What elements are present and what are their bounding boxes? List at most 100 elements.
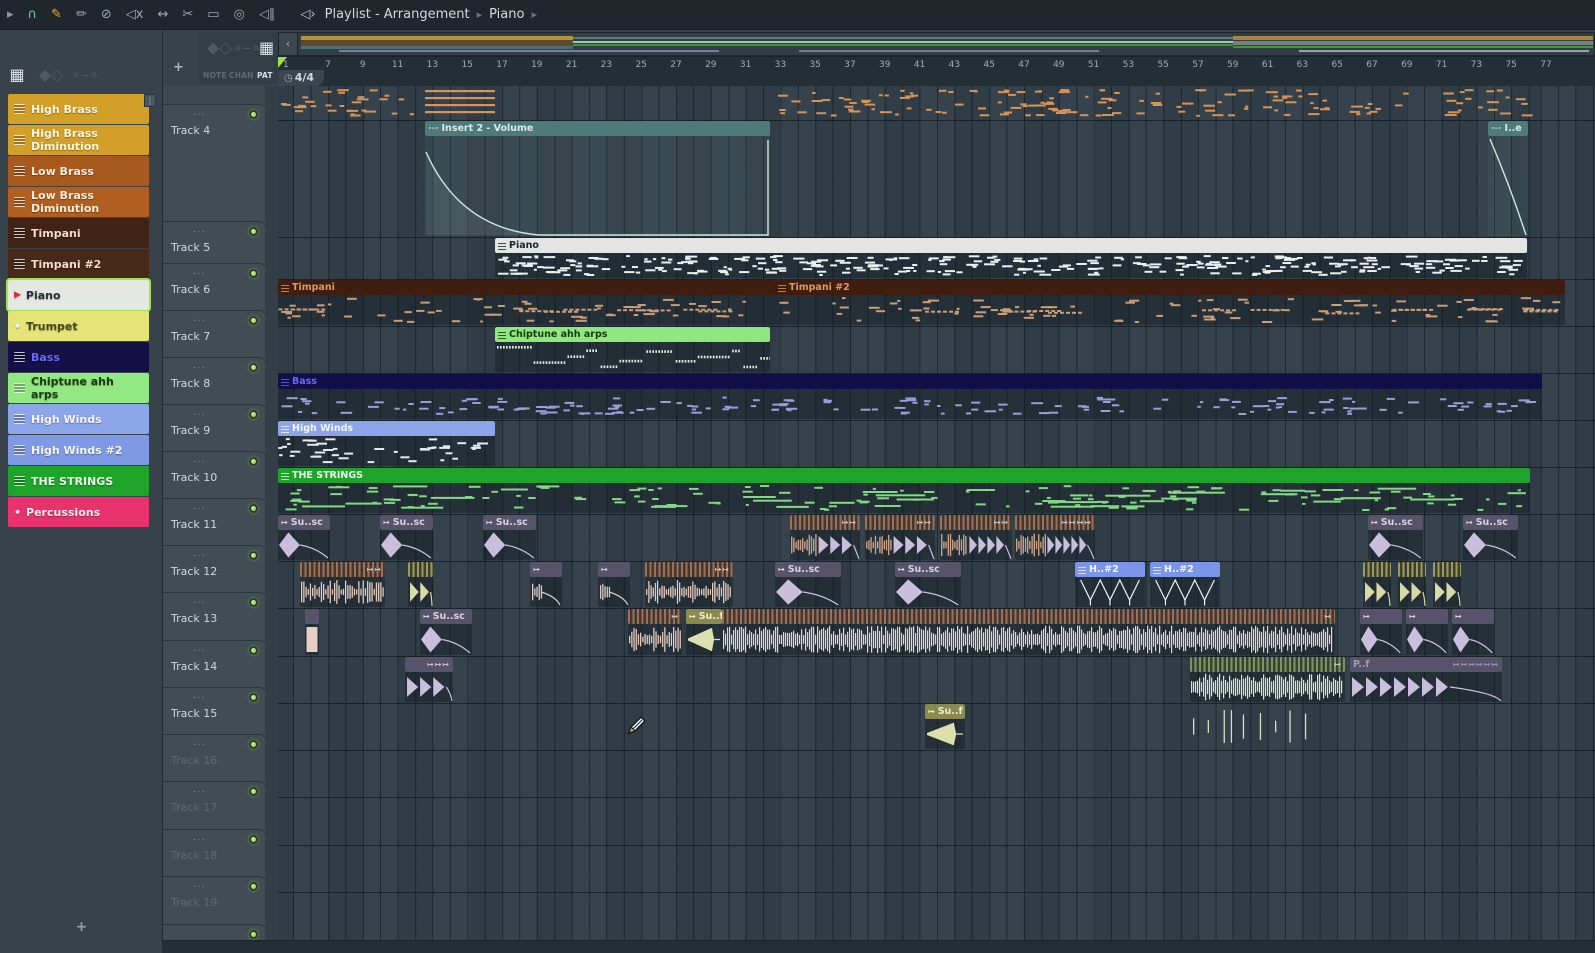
track-header[interactable]: ... Track 15	[163, 687, 265, 734]
track-header[interactable]: ... Track 11	[163, 498, 265, 545]
clip[interactable]: High Winds	[278, 421, 495, 466]
track-header[interactable]: ... Track 18	[163, 829, 265, 876]
track-mute-led[interactable]	[249, 110, 258, 119]
clip[interactable]: ↦ Su..sc	[380, 515, 433, 560]
clip[interactable]: ↦	[530, 562, 562, 607]
clip[interactable]: ↦↦	[645, 562, 733, 607]
track-options-dots[interactable]: ...	[193, 224, 206, 235]
clip-header[interactable]: ↦↦	[865, 515, 935, 530]
pattern-item[interactable]: ▶ Piano	[8, 280, 149, 310]
paint-tool-icon[interactable]: ✏	[76, 0, 87, 30]
slice-tool-icon[interactable]: ✂	[182, 0, 193, 30]
clip-header[interactable]: ↦	[722, 609, 1335, 624]
pattern-item[interactable]: • Trumpet	[8, 311, 149, 341]
clip[interactable]	[305, 609, 319, 655]
clip-header[interactable]	[305, 609, 319, 624]
clip[interactable]: ↦ Su..sc	[1368, 515, 1423, 560]
clip-header[interactable]: ↦↦	[300, 562, 385, 577]
clip-header[interactable]: H..#2	[1075, 562, 1145, 577]
arrangement-overview[interactable]	[299, 33, 1594, 55]
track-header[interactable]: ... Track 4	[163, 104, 265, 221]
clip[interactable]	[775, 87, 1537, 119]
clip[interactable]: ↦↦	[865, 515, 935, 560]
clip-header[interactable]: ↦ Su..f	[925, 704, 965, 719]
clip-header[interactable]: ↦ Su..sc	[380, 515, 433, 530]
clip-header[interactable]: ↦	[628, 609, 682, 624]
clip-header[interactable]	[1433, 562, 1461, 577]
track-options-dots[interactable]: ...	[193, 266, 206, 277]
clip-header[interactable]: ↦ Su..sc	[775, 562, 841, 577]
track-mute-led[interactable]	[249, 598, 258, 607]
track-mute-led[interactable]	[249, 410, 258, 419]
play-arrow-icon[interactable]: ▸	[7, 0, 14, 30]
track-options-dots[interactable]: ...	[193, 643, 206, 654]
clip[interactable]	[1363, 562, 1391, 607]
clip-header[interactable]	[1363, 562, 1391, 577]
track-options-dots[interactable]: ...	[193, 784, 206, 795]
track-mute-led[interactable]	[249, 269, 258, 278]
title-sub[interactable]: Piano	[489, 7, 524, 22]
clip-header[interactable]: ↦ Su..sc	[278, 515, 330, 530]
track-header[interactable]	[163, 924, 265, 940]
clip[interactable]: ↦ Su..sc	[278, 515, 330, 560]
clip-header[interactable]: THE STRINGS	[278, 468, 1530, 483]
clip-header[interactable]: ↦↦↦	[405, 657, 453, 672]
zoom-tool-icon[interactable]: ◎	[234, 0, 245, 30]
track-mute-led[interactable]	[249, 882, 258, 891]
pattern-list-scrollbar[interactable]: |	[144, 94, 156, 107]
clip-header[interactable]: ↦ Su..sc	[483, 515, 536, 530]
track-options-dots[interactable]: ...	[193, 313, 206, 324]
track-header[interactable]: ... Track 7	[163, 310, 265, 357]
clip[interactable]: ↦ Su..sc	[1463, 515, 1518, 560]
track-header[interactable]: ... Track 10	[163, 451, 265, 498]
clip[interactable]: ↦	[598, 562, 630, 607]
tab-pat[interactable]: PAT	[257, 71, 273, 80]
clip-header[interactable]: ↦	[1190, 657, 1345, 672]
clip-header[interactable]: ∘–∘ I..e	[1488, 121, 1528, 136]
clip[interactable]	[425, 87, 495, 119]
clip-header[interactable]: Bass	[278, 374, 1542, 389]
track-header[interactable]: ... Track 5	[163, 221, 265, 263]
pattern-item[interactable]: Timpani	[8, 218, 149, 248]
timeline-ruler[interactable]: 1 7 9 11 13 15 17 19 21 23 25 27 29 31 33 35 37 39 41 43 45 4…	[278, 56, 1595, 86]
clip[interactable]	[1433, 562, 1461, 607]
track-mute-led[interactable]	[249, 457, 258, 466]
pattern-item[interactable]: Low Brass	[8, 156, 149, 186]
track-mute-led[interactable]	[249, 693, 258, 702]
clip[interactable]: ↦	[1452, 609, 1494, 655]
add-track-button[interactable]: +	[173, 60, 184, 75]
track-options-dots[interactable]: ...	[193, 879, 206, 890]
track-options-dots[interactable]: ...	[193, 501, 206, 512]
clip[interactable]: ↦↦	[940, 515, 1012, 560]
clip[interactable]: Bass	[278, 374, 1542, 419]
clip[interactable]	[408, 562, 433, 607]
track-options-dots[interactable]: ...	[193, 360, 206, 371]
clip-header[interactable]: P..f ↦↦↦↦↦↦	[1350, 657, 1502, 672]
track-header[interactable]: ... Track 6	[163, 263, 265, 310]
clip-header[interactable]: Timpani #2	[775, 280, 1565, 295]
playlist-grid[interactable]: ∘–∘ Insert 2 - Volume ∘–∘ I..e Piano Timpani T…	[278, 86, 1595, 940]
clip[interactable]: ↦	[628, 609, 682, 655]
slip-tool-icon[interactable]: ↔	[157, 0, 168, 30]
track-header[interactable]: ... Track 16	[163, 734, 265, 781]
clip-header[interactable]: ∘–∘ Insert 2 - Volume	[425, 121, 770, 136]
pattern-item[interactable]: Bass	[8, 342, 149, 372]
clip[interactable]	[1190, 704, 1310, 749]
clip-header[interactable]: ↦↦↦↦	[1015, 515, 1095, 530]
track-mute-led[interactable]	[249, 740, 258, 749]
track-mute-led[interactable]	[249, 835, 258, 844]
clip-header[interactable]: ↦ Su..sc	[895, 562, 961, 577]
clip-header[interactable]: ↦↦	[790, 515, 860, 530]
clip-header[interactable]: ↦	[1406, 609, 1448, 624]
clip[interactable]: ↦ Su..f	[925, 704, 965, 749]
audio-mode-icon[interactable]: ◆◇	[207, 38, 232, 57]
clip-header[interactable]: ↦↦	[645, 562, 733, 577]
track-mute-led[interactable]	[249, 551, 258, 560]
clip[interactable]: ↦ Su..sc	[483, 515, 536, 560]
pattern-item[interactable]: THE STRINGS	[8, 466, 149, 496]
clip-header[interactable]	[408, 562, 433, 577]
track-mute-led[interactable]	[249, 227, 258, 236]
clip[interactable]: Timpani	[278, 280, 775, 325]
clip-header[interactable]	[1398, 562, 1426, 577]
automation-mode-icon[interactable]: ∘–∘	[233, 38, 261, 57]
